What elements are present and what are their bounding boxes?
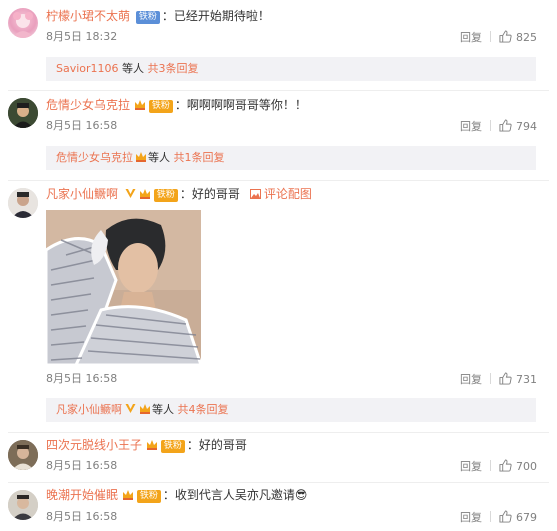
thumbs-up-icon (499, 119, 512, 132)
like-count: 731 (516, 373, 537, 386)
like-count: 679 (516, 511, 537, 524)
comment-actions: 回复 825 (460, 30, 537, 44)
fan-badge[interactable]: 铁粉 (136, 490, 161, 503)
reply-button[interactable]: 回复 (460, 511, 482, 525)
comment-photo[interactable] (46, 210, 201, 365)
like-button[interactable]: 825 (499, 30, 537, 44)
comment-time: 8月5日 16:58 (46, 372, 118, 385)
verified-v-icon (125, 189, 136, 198)
comment-username[interactable]: 四次元脱线小王子 (46, 438, 142, 452)
like-button[interactable]: 731 (499, 372, 537, 386)
comment-line: 危情少女乌克拉 铁粉 ：啊啊啊啊哥哥等你！！ (46, 96, 307, 114)
comment-text: ：啊啊啊啊哥哥等你！！ (174, 98, 307, 112)
avatar-image (8, 98, 38, 128)
sub-reply-text: 等人 (152, 403, 178, 416)
avatar-image (12, 12, 34, 38)
comment-username[interactable]: 晚潮开始催眠 (46, 488, 118, 502)
comment-picture-link[interactable]: 评论配图 (249, 187, 312, 201)
like-button[interactable]: 700 (499, 459, 537, 473)
sub-replies-box[interactable]: 凡家小仙鳜啊 等人 共4条回复 (46, 398, 536, 422)
comment-line: 柠檬小珺不太萌 铁粉 ：已经开始期待啦！ (46, 7, 270, 25)
like-button[interactable]: 794 (499, 119, 537, 133)
avatar-image (8, 440, 38, 470)
avatar[interactable] (8, 490, 38, 520)
comment-item: 危情少女乌克拉 铁粉 ：啊啊啊啊哥哥等你！！ 8月5日 16:58 回复 794 危… (0, 90, 557, 180)
divider (490, 373, 491, 384)
reply-button[interactable]: 回复 (460, 120, 482, 134)
divider (490, 460, 491, 471)
comment-text: ：已经开始期待啦！ (161, 9, 270, 23)
avatar[interactable] (8, 8, 38, 38)
fan-badge[interactable]: 铁粉 (160, 440, 185, 453)
comment-item: 柠檬小珺不太萌 铁粉 ：已经开始期待啦！ 8月5日 18:32 回复 825 Sav… (0, 0, 557, 90)
comment-text: ：好的哥哥 (186, 438, 247, 452)
picture-icon (249, 189, 261, 199)
divider (490, 31, 491, 42)
more-replies-link[interactable]: 共3条回复 (148, 62, 199, 75)
reply-button[interactable]: 回复 (460, 460, 482, 474)
crown-icon (139, 189, 150, 199)
sub-reply-text: 等人 (148, 151, 174, 164)
divider (490, 120, 491, 131)
like-count: 794 (516, 120, 537, 133)
comment-line: 晚潮开始催眠 铁粉 ：收到代言人吴亦凡邀请😎 (46, 486, 307, 504)
comment-photo-image (46, 210, 201, 365)
comment-actions: 回复 794 (460, 119, 537, 133)
verified-v-icon (125, 404, 136, 413)
comment-username[interactable]: 凡家小仙鳜啊 (46, 187, 118, 201)
comment-text: ：收到代言人吴亦凡邀请😎 (162, 488, 308, 502)
comment-time: 8月5日 16:58 (46, 510, 118, 523)
comment-username[interactable]: 柠檬小珺不太萌 (46, 9, 130, 23)
comment-time: 8月5日 16:58 (46, 119, 118, 132)
like-button[interactable]: 679 (499, 510, 537, 524)
fan-badge[interactable]: 铁粉 (153, 189, 178, 202)
sub-replies-box[interactable]: Savior1106 等人 共3条回复 (46, 57, 536, 81)
fan-badge[interactable]: 铁粉 (135, 11, 160, 24)
comment-item: 晚潮开始催眠 铁粉 ：收到代言人吴亦凡邀请😎 8月5日 16:58 回复 679 (0, 482, 557, 531)
reply-button[interactable]: 回复 (460, 373, 482, 387)
crown-icon (122, 490, 133, 500)
avatar[interactable] (8, 440, 38, 470)
comment-actions: 回复 731 (460, 372, 537, 386)
sub-reply-username[interactable]: Savior1106 (56, 62, 119, 75)
comment-picture-label: 评论配图 (263, 187, 312, 201)
thumbs-up-icon (499, 372, 512, 385)
crown-icon (136, 152, 146, 162)
comment-actions: 回复 679 (460, 510, 537, 524)
comment-username[interactable]: 危情少女乌克拉 (46, 98, 130, 112)
avatar-image (8, 490, 38, 520)
comment-time: 8月5日 18:32 (46, 30, 118, 43)
sub-reply-text: 等人 (118, 62, 148, 75)
divider (490, 511, 491, 522)
more-replies-link[interactable]: 共4条回复 (178, 403, 229, 416)
crown-icon (140, 404, 150, 414)
comment-item: 凡家小仙鳜啊 铁粉 ：好的哥哥 评论配图 8月5日 16:58 回复 731 凡家小仙… (0, 180, 557, 432)
thumbs-up-icon (499, 510, 512, 523)
crown-icon (134, 100, 145, 110)
avatar[interactable] (8, 98, 38, 128)
comment-text: ：好的哥哥 (179, 187, 240, 201)
avatar[interactable] (8, 188, 38, 218)
comment-item: 四次元脱线小王子 铁粉 ：好的哥哥 8月5日 16:58 回复 700 (0, 432, 557, 482)
crown-icon (146, 440, 157, 450)
sub-reply-username[interactable]: 危情少女乌克拉 (56, 151, 133, 164)
like-count: 700 (516, 460, 537, 473)
like-count: 825 (516, 31, 537, 44)
sub-reply-username[interactable]: 凡家小仙鳜啊 (56, 403, 122, 416)
comment-time: 8月5日 16:58 (46, 459, 118, 472)
fan-badge[interactable]: 铁粉 (148, 100, 173, 113)
thumbs-up-icon (499, 459, 512, 472)
reply-button[interactable]: 回复 (460, 31, 482, 45)
more-replies-link[interactable]: 共1条回复 (174, 151, 225, 164)
thumbs-up-icon (499, 30, 512, 43)
avatar-image (8, 188, 38, 218)
sub-replies-box[interactable]: 危情少女乌克拉 等人 共1条回复 (46, 146, 536, 170)
comment-actions: 回复 700 (460, 459, 537, 473)
comment-line: 四次元脱线小王子 铁粉 ：好的哥哥 (46, 436, 247, 454)
comment-line: 凡家小仙鳜啊 铁粉 ：好的哥哥 评论配图 (46, 185, 312, 203)
